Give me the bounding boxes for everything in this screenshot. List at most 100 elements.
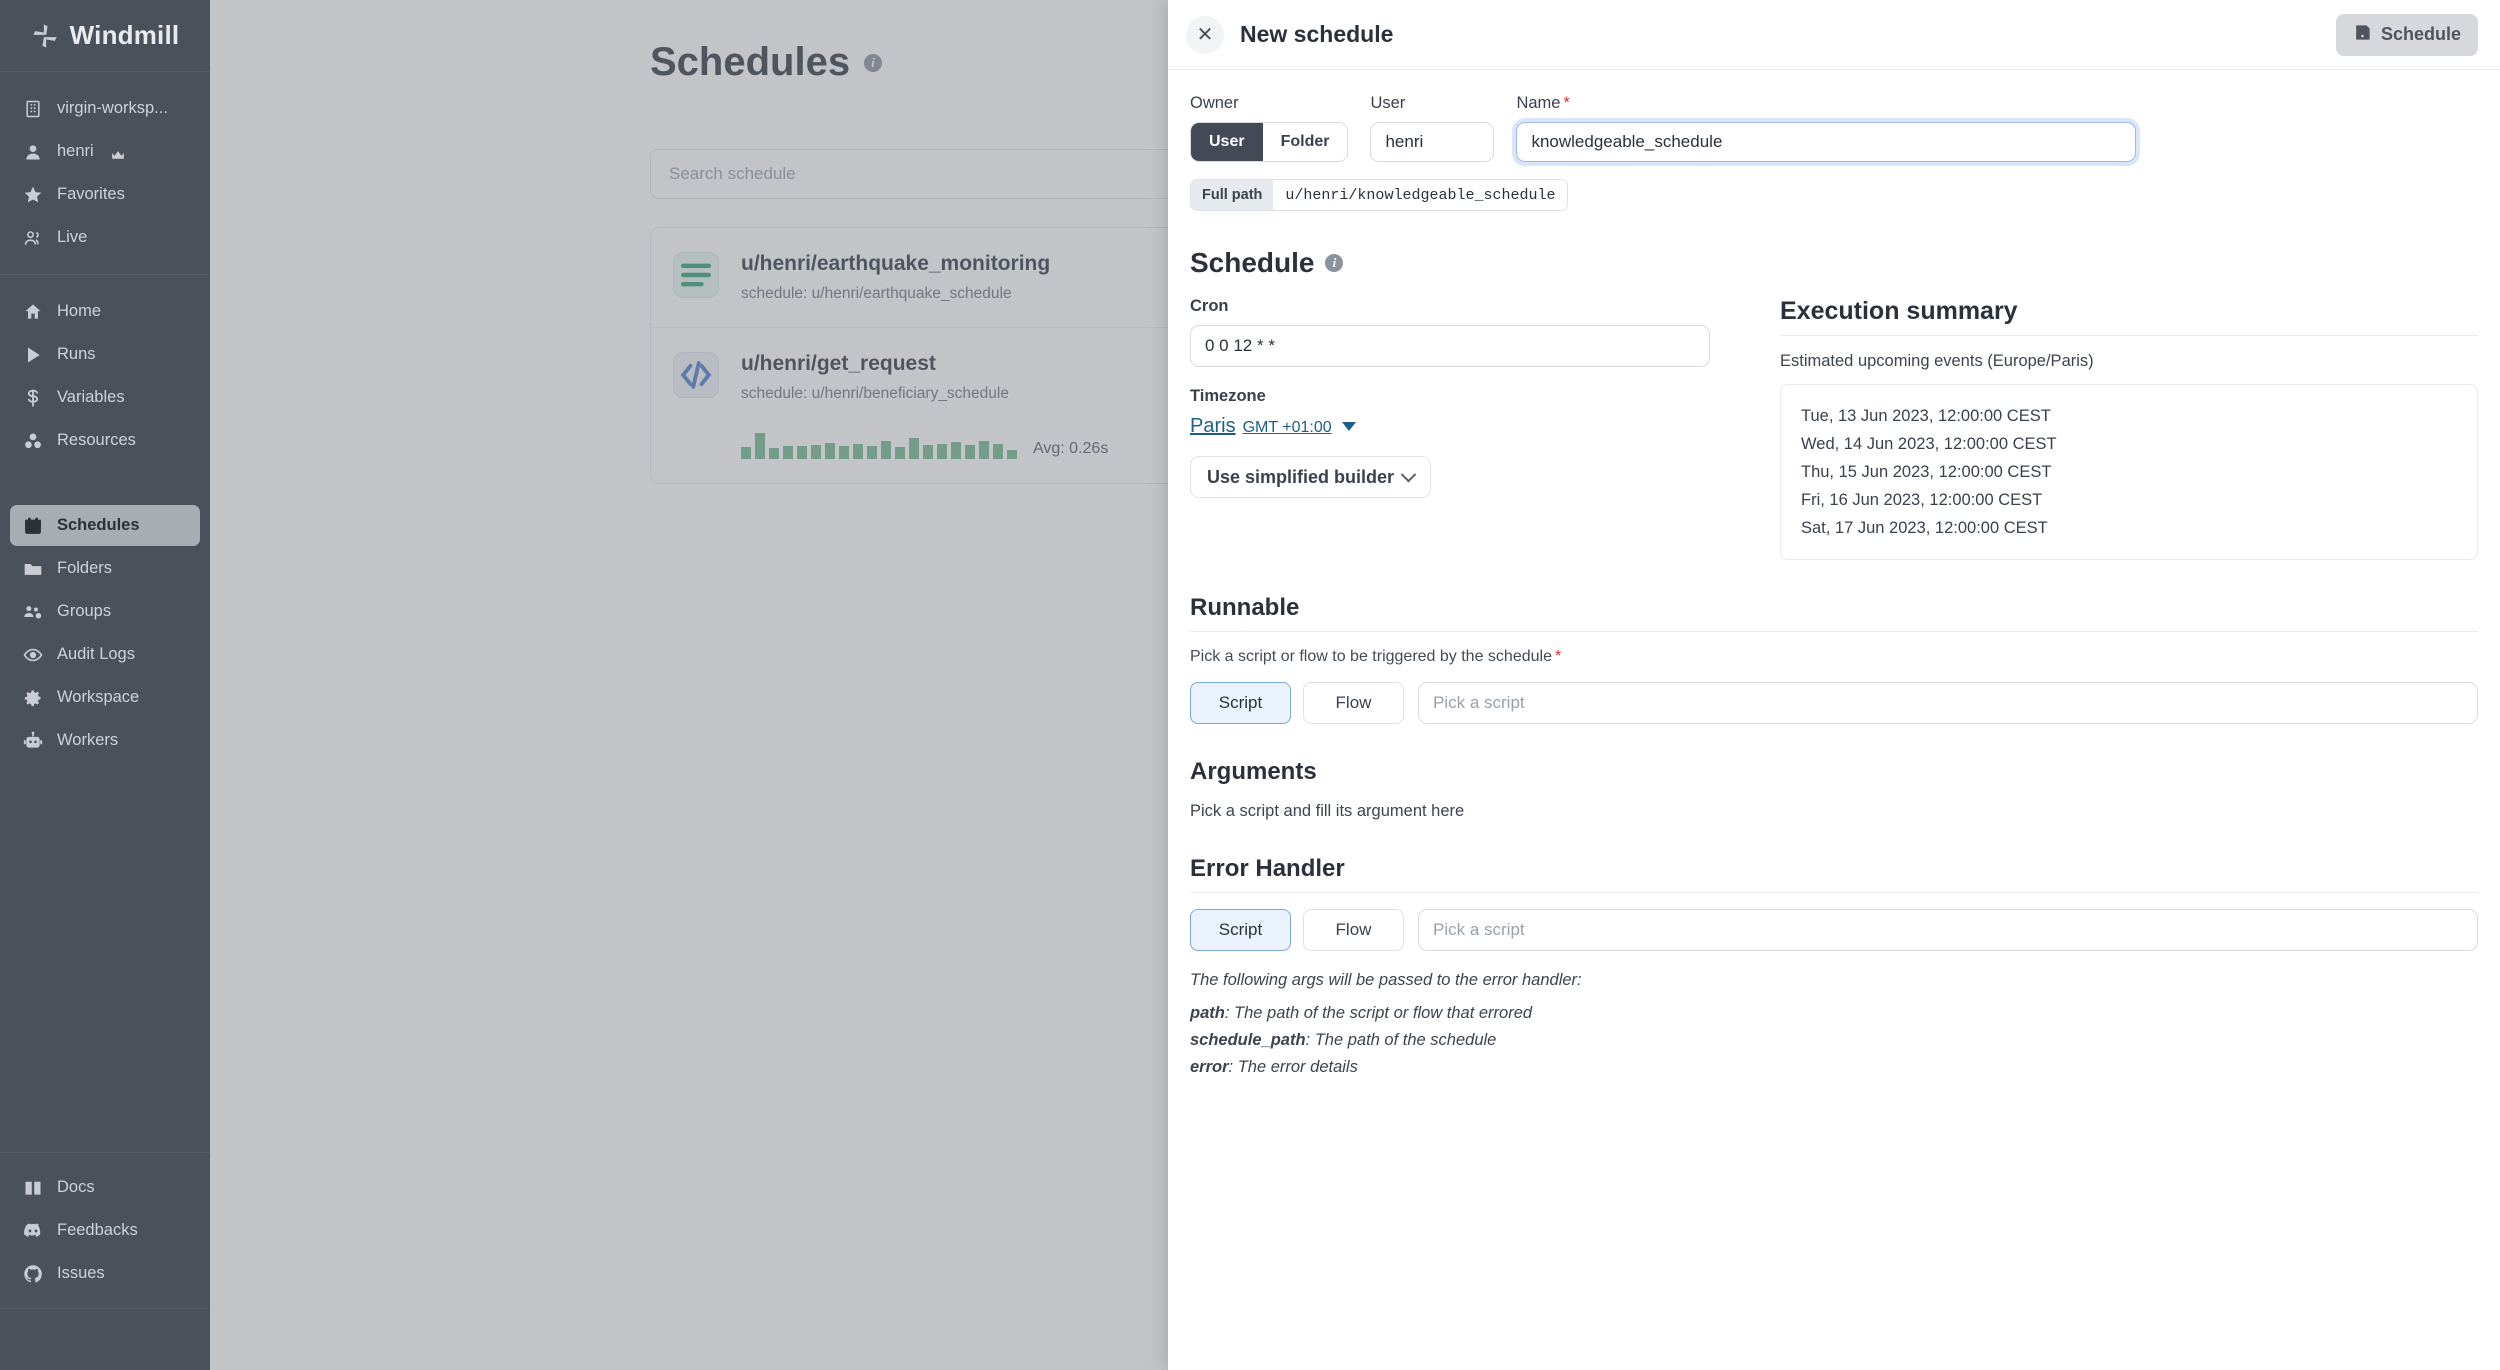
arg-desc: : The error details	[1228, 1058, 1358, 1076]
sidebar-item-workspace-settings[interactable]: Workspace	[10, 677, 200, 718]
sidebar-item-runs[interactable]: Runs	[10, 334, 200, 375]
discord-icon	[22, 1220, 44, 1242]
name-required-asterisk: *	[1563, 94, 1570, 112]
sidebar-item-folders[interactable]: Folders	[10, 548, 200, 589]
cron-column: Cron Timezone Paris GMT +01:00 Use simpl…	[1190, 297, 1710, 560]
eye-icon	[22, 644, 44, 666]
full-path-key: Full path	[1191, 180, 1274, 210]
sidebar-item-label: Workers	[57, 731, 119, 749]
event-item: Thu, 15 Jun 2023, 12:00:00 CEST	[1801, 463, 2052, 481]
sidebar-item-label: Audit Logs	[57, 645, 135, 663]
cron-label: Cron	[1190, 297, 1229, 315]
save-button-label: Schedule	[2380, 24, 2461, 44]
name-field: Name *	[1516, 94, 2137, 162]
owner-label: Owner	[1190, 94, 1239, 112]
error-handler-script-picker[interactable]	[1418, 909, 2478, 951]
cron-input[interactable]	[1190, 325, 1710, 367]
arg-key: schedule_path	[1190, 1031, 1306, 1049]
sidebar-item-favorites[interactable]: Favorites	[10, 174, 200, 215]
runnable-helper-label: Pick a script or flow to be triggered by…	[1190, 648, 1552, 665]
owner-option-user[interactable]: User	[1191, 123, 1263, 161]
brand-header[interactable]: Windmill	[0, 0, 210, 72]
sidebar-item-resources[interactable]: Resources	[10, 420, 200, 461]
runnable-option-flow[interactable]: Flow	[1303, 682, 1404, 724]
sidebar-item-label: Feedbacks	[57, 1221, 138, 1239]
owner-field: Owner User Folder	[1190, 94, 1349, 162]
sidebar-item-groups[interactable]: Groups	[10, 591, 200, 632]
event-item: Wed, 14 Jun 2023, 12:00:00 CEST	[1801, 435, 2057, 453]
error-handler-picker-row: Script Flow	[1190, 909, 2478, 951]
user-input[interactable]	[1370, 122, 1495, 162]
full-path-value: u/henri/knowledgeable_schedule	[1273, 180, 1568, 210]
sidebar-item-label: Docs	[57, 1178, 95, 1196]
gear-icon	[22, 687, 44, 709]
close-icon[interactable]: ✕	[1186, 15, 1224, 54]
divider	[1190, 631, 2478, 632]
building-icon	[22, 98, 44, 120]
dollar-icon	[22, 387, 44, 409]
event-item: Tue, 13 Jun 2023, 12:00:00 CEST	[1801, 407, 2051, 425]
name-input[interactable]	[1516, 122, 2137, 162]
sidebar-item-user[interactable]: henri	[10, 131, 200, 172]
owner-option-folder[interactable]: Folder	[1262, 123, 1348, 161]
home-icon	[22, 301, 44, 323]
sidebar-item-audit-logs[interactable]: Audit Logs	[10, 634, 200, 675]
sidebar-item-label: Schedules	[57, 516, 140, 534]
timezone-selector[interactable]: Paris GMT +01:00	[1190, 415, 1356, 438]
schedule-info-icon[interactable]: i	[1325, 254, 1344, 272]
sidebar-item-label: Home	[57, 302, 102, 320]
runnable-required-asterisk: *	[1554, 648, 1562, 665]
sidebar-item-workspace[interactable]: virgin-worksp...	[10, 88, 200, 129]
sidebar-item-schedules[interactable]: Schedules	[10, 505, 200, 546]
sidebar-group-main: Home Runs Variables Resources	[0, 275, 210, 477]
name-label-text: Name	[1516, 94, 1561, 112]
windmill-logo-icon	[31, 22, 59, 50]
sidebar-item-feedbacks[interactable]: Feedbacks	[10, 1210, 200, 1251]
chevron-down-icon	[1341, 422, 1356, 431]
runnable-script-picker[interactable]	[1418, 682, 2478, 724]
sidebar-item-variables[interactable]: Variables	[10, 377, 200, 418]
error-handler-option-script[interactable]: Script	[1190, 909, 1291, 951]
arg-key: error	[1190, 1058, 1229, 1076]
runnable-option-script[interactable]: Script	[1190, 682, 1291, 724]
calendar-icon	[22, 515, 44, 537]
user-label: User	[1370, 94, 1406, 112]
sidebar-item-live[interactable]: Live	[10, 217, 200, 258]
sidebar-collapse-row[interactable]	[0, 1308, 210, 1370]
full-path-badge: Full path u/henri/knowledgeable_schedule	[1190, 179, 1569, 211]
error-handler-option-flow[interactable]: Flow	[1303, 909, 1404, 951]
runnable-type-toggle[interactable]: Script Flow	[1190, 682, 1404, 724]
error-handler-arg: path: The path of the script or flow tha…	[1190, 1000, 2478, 1027]
sidebar: Windmill virgin-worksp... henri Favorite…	[0, 0, 210, 1370]
arguments-heading: Arguments	[1190, 758, 1317, 785]
sidebar-item-label: Groups	[57, 602, 112, 620]
sidebar-item-label: Runs	[57, 345, 96, 363]
sidebar-item-label: Folders	[57, 559, 113, 577]
runnable-heading: Runnable	[1190, 594, 1300, 621]
user-field: User	[1370, 94, 1495, 162]
event-item: Sat, 17 Jun 2023, 12:00:00 CEST	[1801, 519, 2048, 537]
github-icon	[22, 1263, 44, 1285]
arg-key: path	[1190, 1004, 1225, 1022]
star-icon	[22, 184, 44, 206]
sidebar-item-label: Workspace	[57, 688, 140, 706]
execution-summary-column: Execution summary Estimated upcoming eve…	[1780, 297, 2478, 560]
sidebar-group-workspace: virgin-worksp... henri Favorites Live	[0, 72, 210, 275]
drawer-header: ✕ New schedule Schedule	[1168, 0, 2500, 70]
sidebar-item-home[interactable]: Home	[10, 291, 200, 332]
sidebar-group-links: Docs Feedbacks Issues	[0, 1152, 210, 1308]
error-handler-heading: Error Handler	[1190, 855, 1345, 882]
use-simplified-builder-button[interactable]: Use simplified builder	[1190, 456, 1432, 498]
new-schedule-drawer: ✕ New schedule Schedule Owner User Folde…	[1168, 0, 2500, 1370]
owner-toggle[interactable]: User Folder	[1190, 122, 1349, 162]
sidebar-item-workers[interactable]: Workers	[10, 720, 200, 761]
error-handler-args-list: path: The path of the script or flow tha…	[1190, 1000, 2478, 1081]
sidebar-item-docs[interactable]: Docs	[10, 1167, 200, 1208]
save-icon	[2353, 23, 2372, 47]
sidebar-item-label: Live	[57, 228, 88, 246]
sidebar-item-label: Variables	[57, 388, 125, 406]
save-schedule-button[interactable]: Schedule	[2335, 13, 2478, 56]
error-handler-type-toggle[interactable]: Script Flow	[1190, 909, 1404, 951]
arg-desc: : The path of the schedule	[1305, 1031, 1497, 1049]
sidebar-item-issues[interactable]: Issues	[10, 1253, 200, 1294]
